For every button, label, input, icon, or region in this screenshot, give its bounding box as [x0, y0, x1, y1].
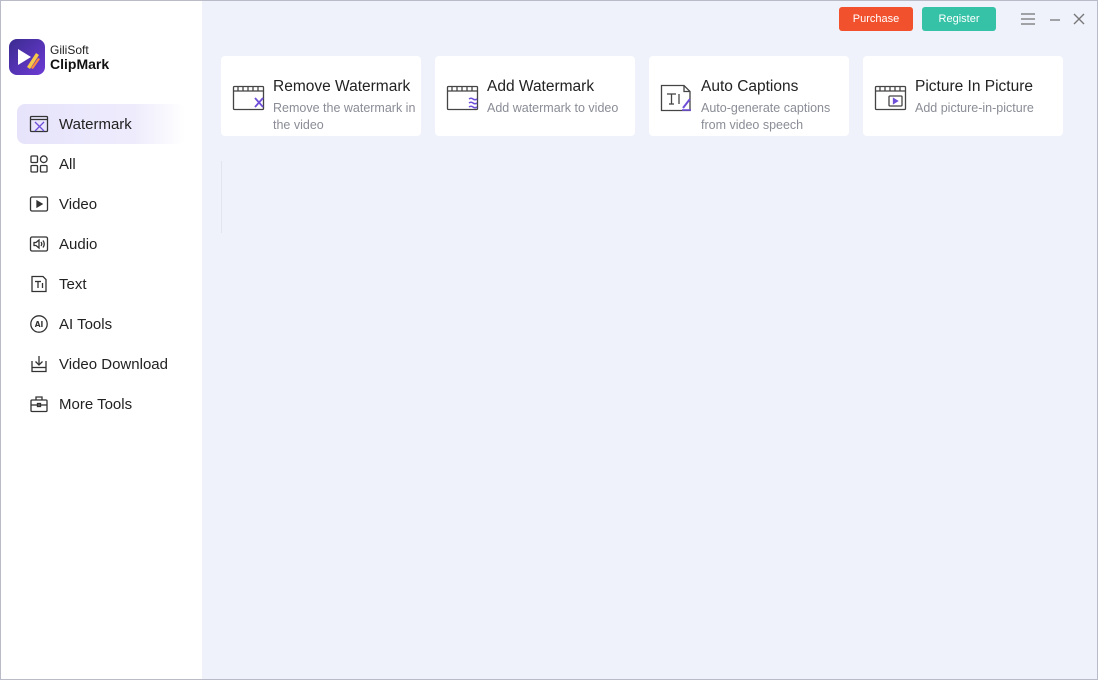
sidebar-item-all[interactable]: All	[17, 144, 185, 184]
sidebar-item-label: AI Tools	[59, 315, 113, 333]
sidebar-item-video-download[interactable]: Video Download	[17, 344, 185, 384]
sidebar-item-label: Audio	[59, 235, 98, 253]
divider	[221, 161, 222, 233]
product-name: ClipMark	[50, 55, 110, 72]
sidebar-item-label: Video Download	[59, 355, 168, 373]
sidebar-item-label: Video	[59, 195, 98, 213]
tool-card-auto-captions[interactable]: Auto Captions Auto-generate captions fro…	[649, 56, 849, 136]
sidebar-item-watermark[interactable]: Watermark	[17, 104, 185, 144]
remove-watermark-icon	[232, 84, 266, 112]
purchase-button[interactable]: Purchase	[839, 7, 913, 31]
audio-icon	[29, 234, 49, 254]
tool-card-remove-watermark[interactable]: Remove Watermark Remove the watermark in…	[221, 56, 421, 136]
sidebar-item-more-tools[interactable]: More Tools	[17, 384, 185, 424]
text-icon	[29, 274, 49, 294]
grid-icon	[29, 154, 49, 174]
menu-icon[interactable]	[1019, 10, 1037, 28]
tool-card-picture-in-picture[interactable]: Picture In Picture Add picture-in-pictur…	[863, 56, 1063, 136]
sidebar-item-ai-tools[interactable]: AI AI Tools	[17, 304, 185, 344]
tool-card-title: Add Watermark	[487, 78, 595, 95]
register-button[interactable]: Register	[922, 7, 996, 31]
video-icon	[29, 194, 49, 214]
sidebar-item-audio[interactable]: Audio	[17, 224, 185, 264]
sidebar-item-label: Text	[59, 275, 87, 293]
app-window: GiliSoft ClipMark Watermark All Video Au…	[0, 0, 1098, 680]
sidebar-nav: Watermark All Video Audio Text AI AI Too…	[17, 104, 185, 424]
sidebar: GiliSoft ClipMark Watermark All Video Au…	[1, 1, 202, 679]
tool-card-description: Auto-generate captions from video speech	[701, 101, 831, 132]
sidebar-item-text[interactable]: Text	[17, 264, 185, 304]
toolbox-icon	[29, 394, 49, 414]
minimize-icon[interactable]	[1046, 10, 1064, 28]
app-logo: GiliSoft ClipMark	[9, 39, 109, 75]
tool-card-description: Add watermark to video	[487, 101, 619, 115]
tool-card-description: Add picture-in-picture	[915, 101, 1034, 115]
add-watermark-icon	[446, 84, 480, 112]
sidebar-item-label: Watermark	[59, 115, 132, 133]
download-icon	[29, 354, 49, 374]
tool-card-title: Picture In Picture	[915, 78, 1034, 95]
tool-card-add-watermark[interactable]: Add Watermark Add watermark to video	[435, 56, 635, 136]
auto-captions-icon	[660, 84, 694, 112]
watermark-icon	[29, 114, 49, 134]
picture-in-picture-icon	[874, 84, 908, 112]
brand-name: GiliSoft	[50, 42, 89, 57]
clipmark-logo-icon	[9, 39, 45, 75]
close-icon[interactable]	[1070, 10, 1088, 28]
sidebar-item-label: More Tools	[59, 395, 133, 413]
tool-card-description: Remove the watermark in the video	[273, 101, 416, 132]
sidebar-item-video[interactable]: Video	[17, 184, 185, 224]
tool-card-title: Auto Captions	[701, 78, 799, 95]
sidebar-item-label: All	[59, 155, 76, 173]
tool-card-title: Remove Watermark	[273, 78, 411, 95]
ai-icon: AI	[29, 314, 49, 334]
svg-text:AI: AI	[35, 320, 44, 329]
